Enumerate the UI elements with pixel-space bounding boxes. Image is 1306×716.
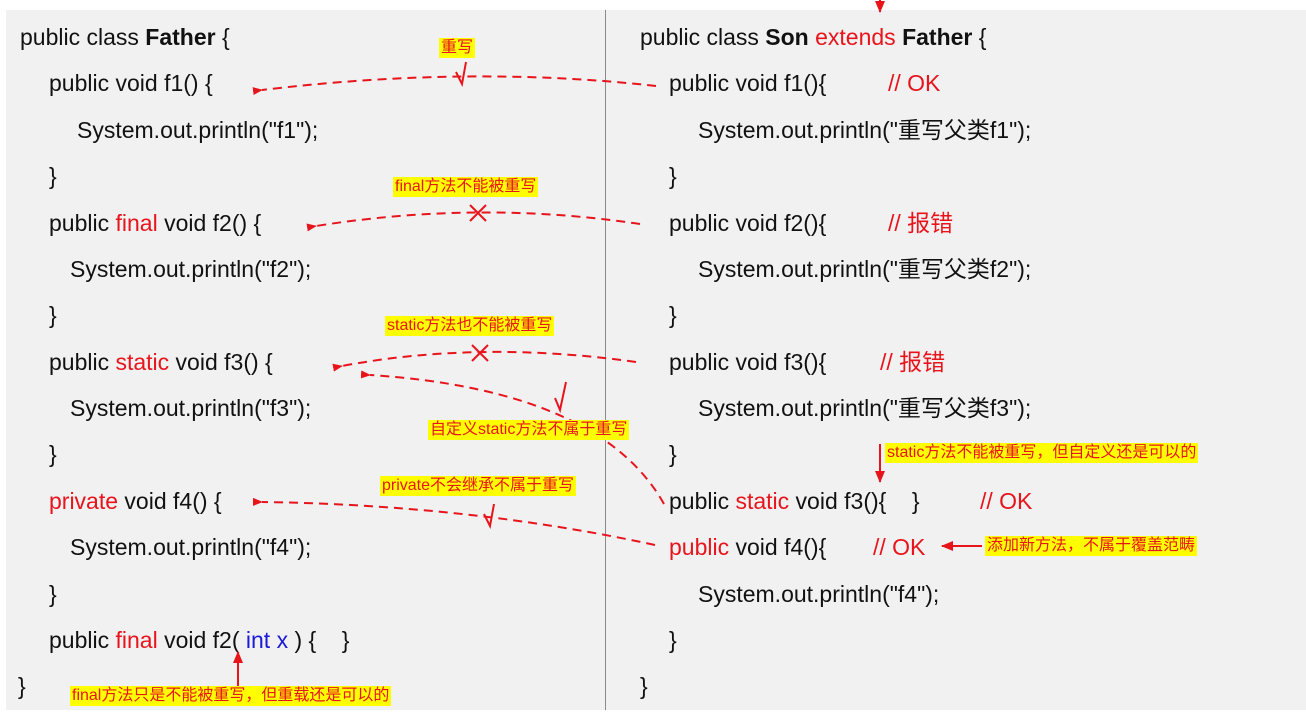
note-override: 重写 — [439, 38, 476, 58]
annotation-arrows — [233, 0, 982, 690]
note-new-method: 添加新方法，不属于覆盖范畴 — [985, 536, 1198, 556]
check-mark-icon — [455, 61, 467, 88]
note-final-no-override: final方法不能被重写 — [393, 177, 539, 197]
note-private-no-inherit: private不会继承不属于重写 — [380, 476, 577, 496]
check-mark-icon — [483, 503, 495, 530]
note-final-overload-ok: final方法只是不能被重写，但重载还是可以的 — [70, 686, 392, 706]
cross-mark-icon — [471, 344, 489, 362]
note-static-custom-ok: static方法不能被重写，但自定义还是可以的 — [885, 443, 1199, 463]
arrow-f2-final — [306, 211, 641, 232]
note-static-no-override: static方法也不能被重写 — [385, 316, 555, 336]
arrow-f4-private — [252, 497, 656, 546]
check-mark-icon — [554, 381, 567, 414]
note-custom-static: 自定义static方法不属于重写 — [428, 420, 630, 440]
arrow-f3-static — [332, 350, 637, 372]
